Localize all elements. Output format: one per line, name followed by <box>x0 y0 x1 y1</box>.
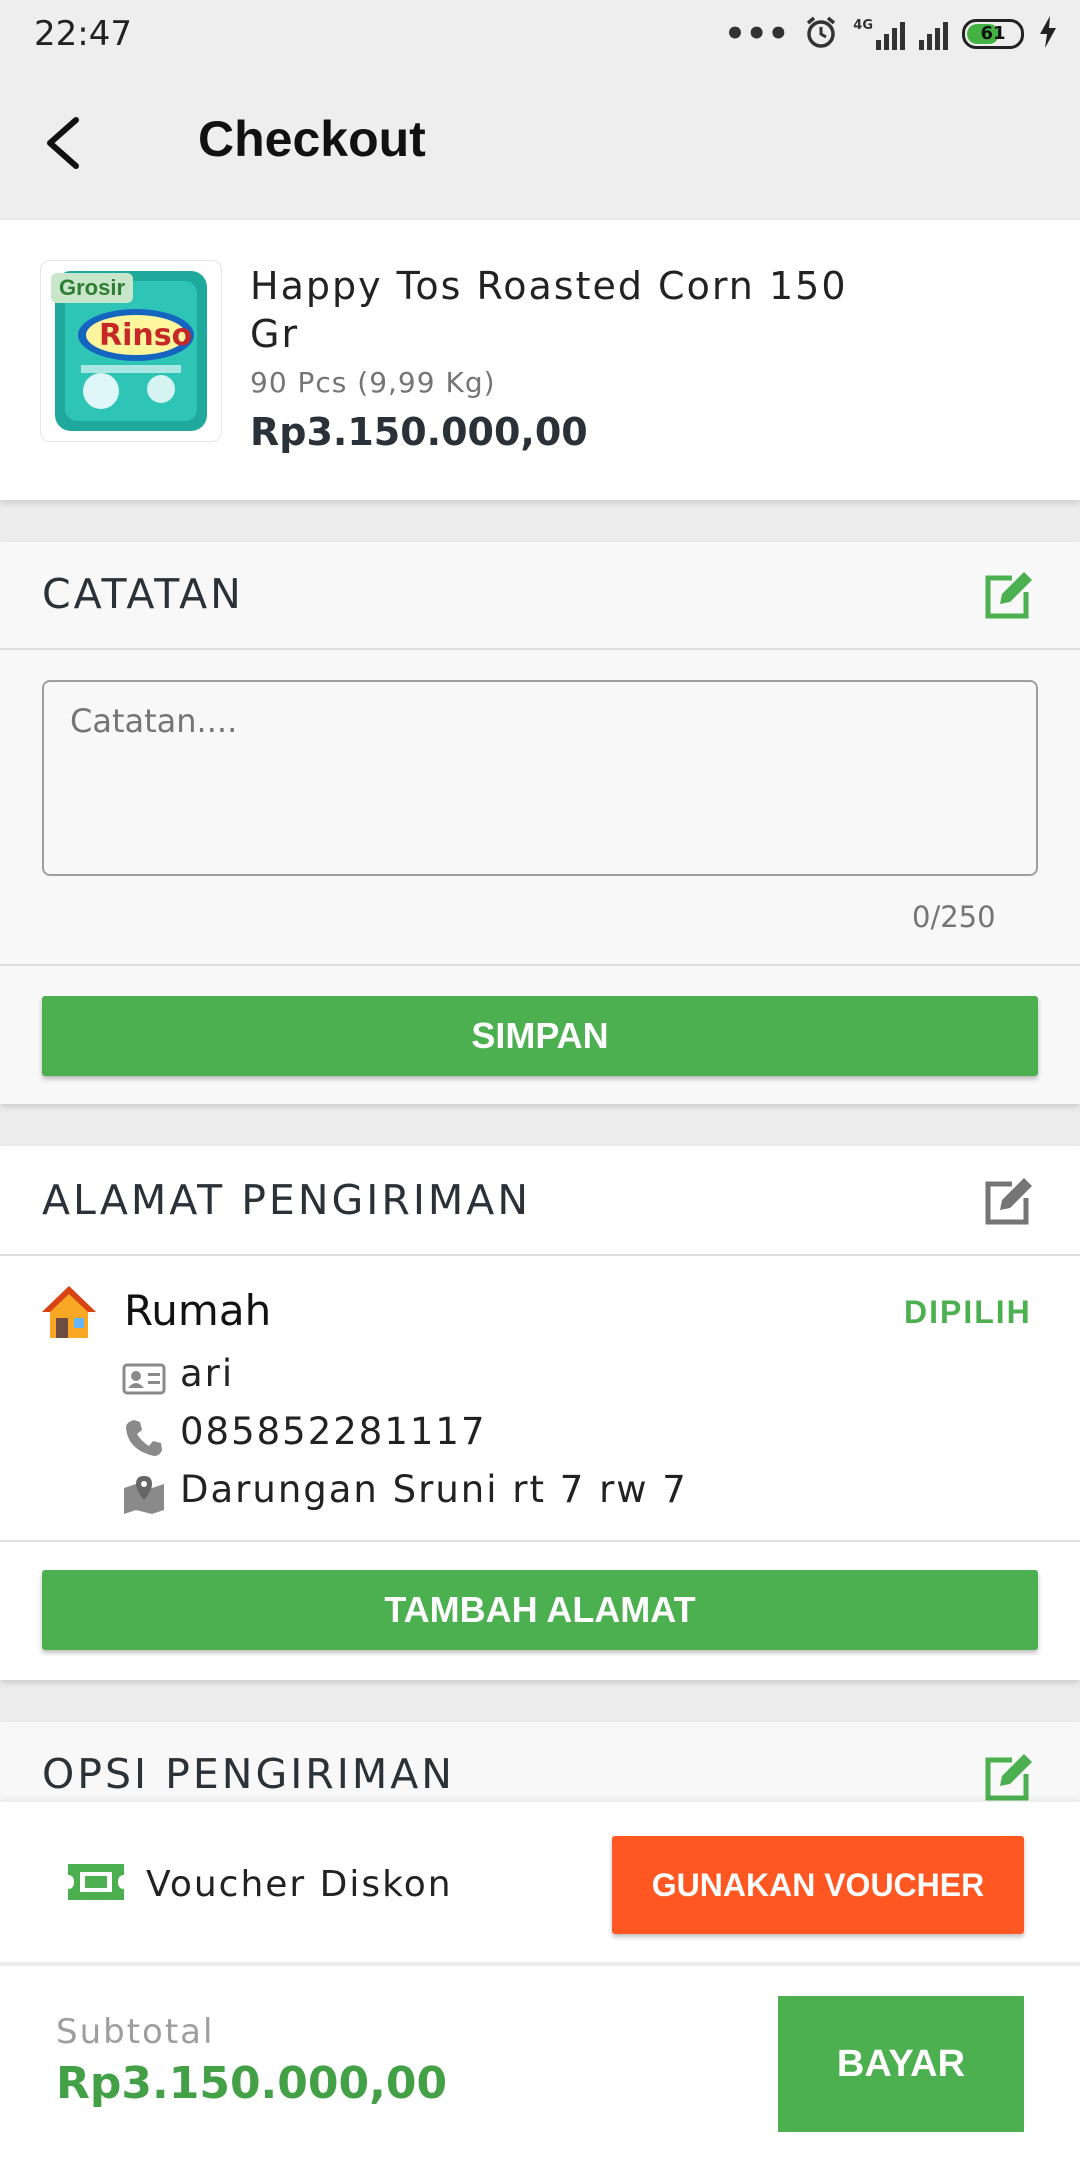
more-icon: ••• <box>724 14 790 54</box>
notes-textarea[interactable]: Catatan.... <box>42 680 1038 876</box>
product-image[interactable]: Rinso Grosir <box>40 260 222 442</box>
recipient-name: ari <box>180 1352 235 1395</box>
subtotal-label: Subtotal <box>56 2012 215 2052</box>
recipient-address: Darungan Sruni rt 7 rw 7 <box>180 1468 688 1511</box>
wholesale-badge: Grosir <box>51 273 134 303</box>
divider <box>0 964 1080 966</box>
product-quantity: 90 Pcs (9,99 Kg) <box>250 366 496 399</box>
alarm-icon <box>803 14 839 54</box>
id-card-icon <box>122 1362 166 1396</box>
subtotal-value: Rp3.150.000,00 <box>56 2058 448 2109</box>
page-title: Checkout <box>198 111 426 167</box>
pay-button[interactable]: BAYAR <box>778 1996 1024 2132</box>
battery-icon: 61 <box>962 19 1024 49</box>
edit-icon <box>985 1754 1032 1801</box>
status-icons: ••• 4G 61 <box>724 12 1058 56</box>
voucher-label: Voucher Diskon <box>146 1864 453 1905</box>
svg-text:Rinso: Rinso <box>99 318 192 353</box>
notes-title: CATATAN <box>42 570 244 618</box>
address-edit-button[interactable] <box>978 1172 1038 1232</box>
divider <box>0 648 1080 650</box>
address-label: Rumah <box>124 1286 272 1335</box>
back-arrow-icon <box>47 117 79 169</box>
edit-icon <box>985 572 1032 619</box>
signal-icon <box>919 18 948 50</box>
save-button[interactable]: SIMPAN <box>42 996 1038 1076</box>
address-title: ALAMAT PENGIRIMAN <box>42 1176 532 1224</box>
notes-placeholder: Catatan.... <box>70 702 238 740</box>
map-marker-icon <box>122 1474 166 1514</box>
address-selected-badge: DIPILIH <box>904 1294 1032 1330</box>
shipping-title: OPSI PENGIRIMAN <box>42 1750 455 1798</box>
phone-icon <box>124 1418 164 1458</box>
app-bar <box>0 70 1080 220</box>
shipping-edit-button[interactable] <box>978 1748 1038 1808</box>
edit-icon <box>985 1178 1032 1225</box>
mobile-signal-icon: 4G <box>853 18 905 50</box>
product-price: Rp3.150.000,00 <box>250 410 588 454</box>
back-button[interactable] <box>34 108 90 178</box>
add-address-button[interactable]: TAMBAH ALAMAT <box>42 1570 1038 1650</box>
house-icon <box>38 1282 100 1342</box>
ticket-icon <box>66 1862 126 1902</box>
battery-level-text: 61 <box>980 23 1006 44</box>
product-name: Happy Tos Roasted Corn 150 Gr <box>250 264 848 356</box>
notes-counter: 0/250 <box>912 900 996 934</box>
status-time: 22:47 <box>34 14 132 54</box>
notes-edit-button[interactable] <box>978 566 1038 626</box>
network-type-label: 4G <box>853 18 873 33</box>
divider <box>0 1540 1080 1542</box>
recipient-phone: 085852281117 <box>180 1410 487 1453</box>
divider <box>0 1254 1080 1256</box>
use-voucher-button[interactable]: GUNAKAN VOUCHER <box>612 1836 1024 1934</box>
charging-icon <box>1038 16 1058 52</box>
